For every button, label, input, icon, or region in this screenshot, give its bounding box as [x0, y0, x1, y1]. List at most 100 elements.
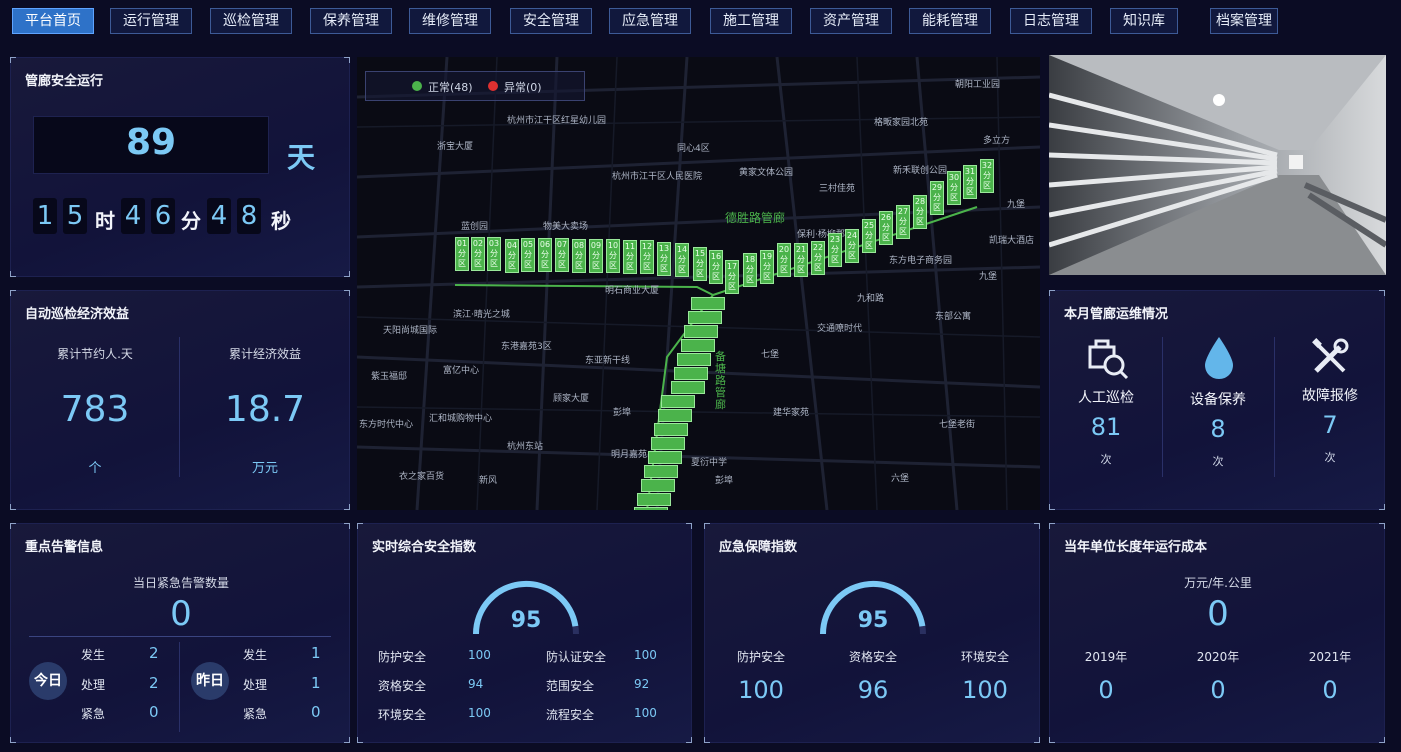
map-place-label: 明石商业大厦: [605, 286, 660, 296]
minutes-digit-1: 4: [121, 198, 145, 234]
nav-item-6[interactable]: 安全管理: [510, 8, 592, 34]
pipe-segment[interactable]: 16 分区: [709, 250, 723, 284]
tunnel-photo-illustration: [1049, 55, 1386, 275]
pipe-segment-vertical[interactable]: [680, 339, 715, 352]
pipe-segment-vertical[interactable]: [637, 493, 672, 506]
map-place-label: 彭埠: [715, 476, 734, 486]
pipe-segment-vertical[interactable]: [687, 311, 722, 324]
ops-item-2-value: 8: [1210, 415, 1226, 443]
pipe-segment[interactable]: 08 分区: [572, 239, 586, 273]
pipe-segment[interactable]: 29 分区: [930, 181, 944, 215]
pipe-segment[interactable]: 20 分区: [777, 243, 791, 277]
map-legend: 正常(48) 异常(0): [365, 71, 585, 101]
realtime-index-panel: 实时综合安全指数 95 防护安全 100 防认证安全 100 资格安全 94 范…: [357, 523, 692, 743]
ops-item-1-value: 81: [1090, 413, 1122, 441]
pipe-segment[interactable]: 04 分区: [505, 239, 519, 273]
seconds-digit-2: 8: [237, 198, 261, 234]
pipe-segment[interactable]: 13 分区: [657, 242, 671, 276]
hours-unit: 时: [95, 209, 115, 233]
pipe-segment[interactable]: 28 分区: [913, 195, 927, 229]
yesterday-row-3-value: 0: [311, 703, 321, 721]
pipe-segment-vertical[interactable]: [640, 479, 675, 492]
pipe-segment[interactable]: 22 分区: [811, 241, 825, 275]
pipe-segment[interactable]: 25 分区: [862, 219, 876, 253]
pipe-segment[interactable]: 26 分区: [879, 211, 893, 245]
legend-abnormal-label: 异常(0): [504, 81, 542, 94]
nav-item-9[interactable]: 资产管理: [810, 8, 892, 34]
rt-item-5-label: 环境安全: [378, 708, 427, 722]
legend-abnormal-dot: [488, 81, 498, 91]
repair-tools-icon: [1312, 338, 1349, 373]
pipe-segment[interactable]: 07 分区: [555, 238, 569, 272]
pipe-segment[interactable]: 11 分区: [623, 240, 637, 274]
map-panel[interactable]: 正常(48) 异常(0) 杭州市江干区红星幼儿园 同心4区 杭州市江干区人民医院 黄家…: [357, 57, 1040, 510]
pipe-segment-vertical[interactable]: [691, 297, 725, 310]
nav-item-1[interactable]: 平台首页: [12, 8, 94, 34]
pipe-segment[interactable]: 17 分区: [725, 260, 739, 294]
em-item-1-label: 防护安全: [736, 650, 785, 664]
pipe-segment[interactable]: 30 分区: [947, 171, 961, 205]
pipe-segment[interactable]: 18 分区: [743, 253, 757, 287]
nav-item-10[interactable]: 能耗管理: [909, 8, 991, 34]
map-place-label: 格畈家园北苑: [874, 118, 929, 128]
cost-unit-label: 万元/年.公里: [1184, 576, 1252, 590]
pipe-segment[interactable]: 31 分区: [963, 165, 977, 199]
map-place-label: 衣之家百货: [399, 472, 445, 482]
map-place-label: 多立方: [983, 136, 1011, 146]
cost-year-1: 2019年: [1084, 650, 1128, 664]
nav-item-12[interactable]: 知识库: [1110, 8, 1178, 34]
pipe-segment[interactable]: 12 分区: [640, 240, 654, 274]
pipe-segment[interactable]: 14 分区: [675, 243, 689, 277]
pipe-segment[interactable]: 23 分区: [828, 233, 842, 267]
pipe-segment-vertical[interactable]: [670, 381, 705, 394]
pipe-segment[interactable]: 09 分区: [589, 239, 603, 273]
pipe-segment-vertical[interactable]: [634, 507, 668, 510]
nav-item-8[interactable]: 施工管理: [710, 8, 792, 34]
pipe-segment[interactable]: 03 分区: [487, 237, 501, 271]
pipe-segment-vertical[interactable]: [684, 325, 719, 338]
pipe-segment[interactable]: 06 分区: [538, 238, 552, 272]
map-place-label: 东方电子商务园: [889, 256, 953, 266]
pipe-segment[interactable]: 15 分区: [693, 247, 707, 281]
yesterday-badge: 昨日: [191, 662, 229, 700]
pipe-segment[interactable]: 24 分区: [845, 229, 859, 263]
emergency-score: 95: [857, 608, 889, 633]
today-row-2-value: 2: [149, 674, 159, 692]
pipe-segment-vertical[interactable]: [647, 451, 682, 464]
cost-year-2: 2020年: [1196, 650, 1240, 664]
pipe-segment[interactable]: 27 分区: [896, 205, 910, 239]
pipe-segment-vertical[interactable]: [661, 395, 696, 408]
pipe-segment[interactable]: 05 分区: [521, 238, 535, 272]
pipe-segment-vertical[interactable]: [644, 465, 679, 478]
nav-item-2[interactable]: 运行管理: [110, 8, 192, 34]
alarm-vdivider: [179, 642, 180, 732]
nav-item-11[interactable]: 日志管理: [1010, 8, 1092, 34]
saved-days-label: 累计节约人.天: [57, 347, 133, 361]
realtime-score: 95: [510, 608, 542, 633]
nav-item-5[interactable]: 维修管理: [409, 8, 491, 34]
yesterday-row-2-value: 1: [311, 674, 321, 692]
pipe-label-desheng: 德胜路管廊: [725, 211, 786, 225]
map-place-label: 七堡老街: [939, 420, 976, 430]
pipe-segment-vertical[interactable]: [657, 409, 692, 422]
nav-item-3[interactable]: 巡检管理: [210, 8, 292, 34]
ops-item-1-label: 人工巡检: [1078, 390, 1134, 406]
pipe-segment-vertical[interactable]: [651, 437, 685, 450]
pipe-segment-vertical[interactable]: [677, 353, 712, 366]
pipe-segment[interactable]: 01 分区: [455, 237, 469, 271]
pipe-segment[interactable]: 10 分区: [606, 239, 620, 273]
today-row-2-label: 处理: [81, 678, 106, 692]
map-place-label: 同心4区: [677, 144, 710, 154]
nav-item-4[interactable]: 保养管理: [310, 8, 392, 34]
nav-item-7[interactable]: 应急管理: [609, 8, 691, 34]
cost-value: 0: [1207, 594, 1229, 634]
nav-item-13[interactable]: 档案管理: [1210, 8, 1278, 34]
pipe-segment[interactable]: 02 分区: [471, 237, 485, 271]
pipe-segment[interactable]: 21 分区: [794, 243, 808, 277]
rt-item-1-value: 100: [468, 648, 491, 662]
pipe-segment[interactable]: 32 分区: [980, 159, 994, 193]
pipe-segment-vertical[interactable]: [654, 423, 689, 436]
pipe-segment-vertical[interactable]: [674, 367, 708, 380]
map-place-label: 杭州市江干区人民医院: [612, 172, 703, 182]
pipe-segment[interactable]: 19 分区: [760, 250, 774, 284]
